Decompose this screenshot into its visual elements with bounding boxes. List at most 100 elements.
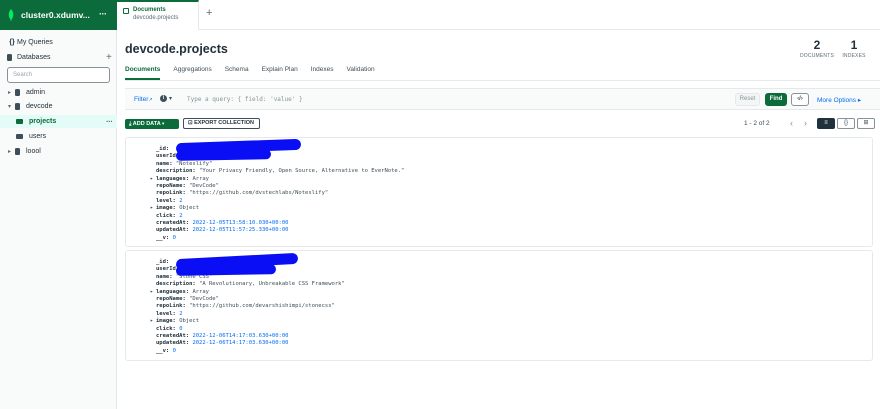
- field-key: repoName:: [156, 183, 186, 189]
- database-icon: [15, 103, 20, 110]
- sidebar-my-queries-label: My Queries: [17, 39, 53, 46]
- info-icon[interactable]: i: [160, 95, 167, 102]
- field-value: 0: [172, 234, 176, 241]
- field-key: name:: [156, 273, 173, 280]
- sidebar-item-label: users: [29, 133, 47, 140]
- field-key: repoLink:: [156, 190, 186, 197]
- export-collection-button[interactable]: ⊡ EXPORT COLLECTION: [183, 118, 260, 129]
- field-value: Object: [179, 318, 200, 325]
- json-view-button[interactable]: {}: [837, 118, 855, 129]
- document-field: repoLink: "https://github.com/devarshish…: [156, 303, 335, 310]
- field-key: level:: [156, 197, 176, 204]
- sidebar-search-input[interactable]: Search: [7, 67, 110, 83]
- document-field[interactable]: ▸ languages: Array: [150, 288, 209, 296]
- query-input[interactable]: Type a query: { field: 'value' }: [187, 96, 303, 103]
- document-card[interactable]: _id: userId: name: "Stone CSS" descriptio…: [125, 250, 873, 361]
- subtab-aggregations[interactable]: Aggregations: [173, 66, 211, 80]
- subtab-indexes[interactable]: Indexes: [311, 66, 334, 80]
- prev-page-icon[interactable]: ‹: [790, 118, 793, 128]
- find-button[interactable]: Find: [765, 93, 787, 106]
- reset-button[interactable]: Reset: [735, 93, 760, 106]
- field-value: "A Revolutionary, Unbreakable CSS Framew…: [199, 281, 345, 288]
- sidebar-item-projects[interactable]: projects: [0, 115, 117, 128]
- document-field: level: 2: [156, 198, 183, 205]
- document-field: _id:: [156, 259, 169, 266]
- more-options-button[interactable]: More Options ▸: [817, 96, 861, 104]
- document-card[interactable]: _id: userId: name: "Noteslify" descriptio…: [125, 137, 873, 247]
- next-page-icon[interactable]: ›: [804, 118, 807, 128]
- chevron-right-icon: ▸: [8, 90, 12, 96]
- subtab-documents[interactable]: Documents: [125, 66, 161, 80]
- expand-caret-icon[interactable]: ▸: [150, 289, 153, 296]
- sidebar: {} My Queries Databases + Search ▸ admin…: [0, 30, 117, 409]
- expand-caret-icon[interactable]: ▸: [150, 176, 153, 183]
- filter-label[interactable]: Filter↗: [134, 96, 153, 103]
- field-key: name:: [156, 160, 173, 167]
- braces-icon: {}: [9, 39, 15, 46]
- sidebar-item-devcode[interactable]: ▾ devcode: [0, 100, 117, 113]
- collection-more-icon[interactable]: ···: [106, 117, 113, 126]
- field-key: level:: [156, 310, 176, 317]
- field-value: Array: [192, 288, 209, 295]
- redaction-mark: [175, 149, 272, 161]
- sidebar-item-loool[interactable]: ▸ loool: [0, 145, 117, 158]
- subtab-schema[interactable]: Schema: [225, 66, 249, 80]
- field-key: updatedAt:: [156, 340, 190, 347]
- subtab-explain-plan[interactable]: Explain Plan: [262, 66, 298, 80]
- table-view-button[interactable]: ⊞: [857, 118, 875, 129]
- page-title: devcode.projects: [125, 42, 228, 56]
- document-field: createdAt: 2022-12-06T14:17:03.630+00:00: [156, 333, 288, 340]
- collection-subtabs: Documents Aggregations Schema Explain Pl…: [125, 66, 388, 80]
- field-value: 2: [179, 310, 183, 317]
- tab-subtitle: devcode.projects: [133, 15, 179, 21]
- field-value: 2022-12-06T14:17:03.630+00:00: [192, 333, 289, 339]
- tab-title: Documents: [133, 7, 166, 13]
- connection-header[interactable]: cluster0.xdumv... ···: [0, 0, 117, 30]
- expand-caret-icon[interactable]: ▸: [150, 318, 153, 325]
- add-database-button[interactable]: +: [106, 52, 112, 63]
- sidebar-item-label: projects: [29, 118, 57, 125]
- sidebar-item-users[interactable]: users: [0, 130, 117, 143]
- sidebar-item-admin[interactable]: ▸ admin: [0, 86, 117, 99]
- field-key: createdAt:: [156, 333, 190, 339]
- main-panel: devcode.projects 2 DOCUMENTS 1 INDEXES D…: [117, 30, 880, 409]
- field-key: click:: [156, 212, 176, 219]
- field-value: Object: [179, 205, 200, 212]
- new-tab-button[interactable]: +: [206, 7, 212, 19]
- document-field: description: "A Revolutionary, Unbreakab…: [156, 281, 345, 288]
- document-field[interactable]: ▸ image: Object: [150, 318, 200, 325]
- documents-tab-icon: [123, 8, 129, 14]
- documents-count: 2: [813, 38, 821, 52]
- document-field: level: 2: [156, 311, 183, 318]
- document-field: __v: 0: [156, 235, 176, 242]
- field-value: Array: [192, 175, 209, 182]
- indexes-stat: 1 INDEXES: [841, 38, 867, 59]
- sidebar-my-queries[interactable]: {} My Queries: [0, 36, 117, 49]
- document-field: click: 0: [156, 326, 183, 333]
- list-view-button[interactable]: ≡: [817, 118, 835, 129]
- chevron-right-icon: ▸: [8, 149, 12, 155]
- document-field[interactable]: ▸ languages: Array: [150, 175, 209, 183]
- document-field: updatedAt: 2022-12-06T14:17:03.630+00:00: [156, 340, 288, 347]
- code-toggle-button[interactable]: ‹/›: [791, 93, 809, 106]
- sidebar-item-label: admin: [26, 89, 46, 96]
- field-value: "DevCode": [189, 296, 219, 302]
- subtab-validation[interactable]: Validation: [347, 66, 375, 80]
- sidebar-databases[interactable]: Databases: [0, 51, 117, 64]
- tab-documents[interactable]: Documents devcode.projects: [117, 0, 199, 30]
- field-key: __v:: [156, 234, 170, 241]
- indexes-count: 1: [850, 38, 858, 52]
- document-field[interactable]: ▸ image: Object: [150, 205, 200, 212]
- chevron-down-icon[interactable]: ▾: [169, 95, 172, 102]
- connection-more-icon[interactable]: ···: [99, 9, 107, 19]
- field-value: 2022-12-06T14:17:03.630+00:00: [192, 340, 289, 347]
- field-value: 2: [179, 212, 183, 219]
- redaction-mark: [175, 264, 277, 276]
- field-value: "https://github.com/devarshishimpi/stone…: [189, 303, 335, 310]
- expand-caret-icon[interactable]: ▸: [150, 205, 153, 212]
- pagination-label: 1 - 2 of 2: [744, 120, 770, 127]
- field-value: 2022-12-05T13:58:10.030+00:00: [192, 220, 289, 226]
- add-data-button[interactable]: ⤓ ADD DATA ▾: [125, 119, 179, 129]
- field-value: 0: [179, 325, 183, 332]
- document-field: repoName: "DevCode": [156, 183, 219, 190]
